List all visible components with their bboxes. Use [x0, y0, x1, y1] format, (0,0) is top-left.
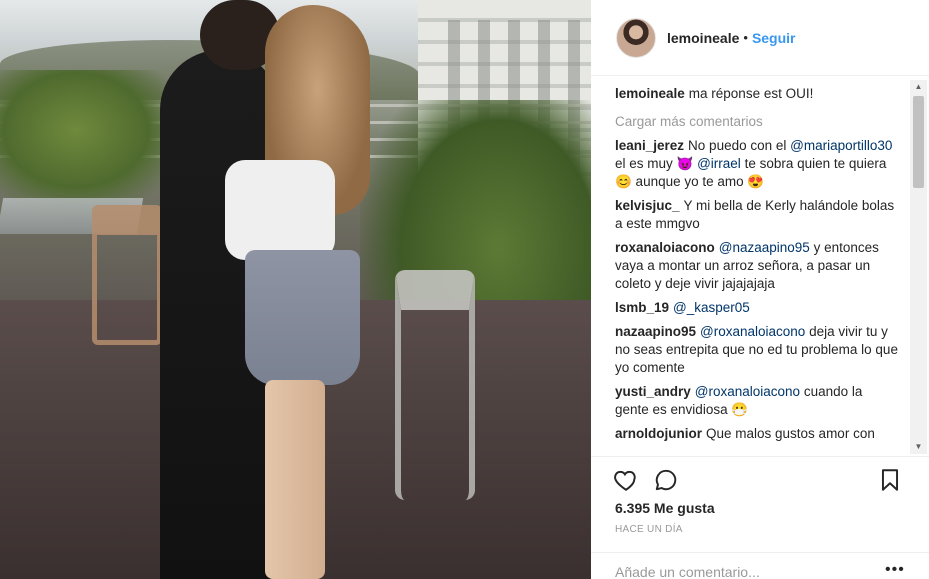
comment-username[interactable]: yusti_andry: [615, 384, 691, 399]
comment-input[interactable]: [615, 563, 875, 579]
post-actions: [591, 456, 929, 498]
heart-icon[interactable]: [613, 467, 639, 493]
avatar[interactable]: [616, 17, 656, 58]
comment-item: lsmb_19 @_kasper05: [615, 299, 899, 317]
photo-woman-top: [225, 160, 335, 260]
photo-woman-skirt: [245, 250, 360, 385]
comment-username[interactable]: kelvisjuc_: [615, 198, 680, 213]
comment-item: leani_jerez No puedo con el @mariaportill…: [615, 137, 899, 191]
caption-text: ma réponse est OUI!: [688, 86, 814, 101]
comment-mention-link[interactable]: @roxanaloiacono: [695, 384, 800, 399]
comment-item: arnoldojunior Que malos gustos amor con: [615, 425, 899, 443]
comment-item: kelvisjuc_ Y mi bella de Kerly halándole …: [615, 197, 899, 233]
comment-mention-link[interactable]: @irrael: [697, 156, 741, 171]
add-comment-bar: •••: [591, 552, 929, 579]
caption: lemoineale ma réponse est OUI!: [615, 85, 899, 103]
comment-username[interactable]: nazaapino95: [615, 324, 696, 339]
comment-icon[interactable]: [653, 467, 679, 493]
comment-mention-link[interactable]: @roxanaloiacono: [700, 324, 805, 339]
scroll-thumb[interactable]: [913, 96, 924, 188]
photo-chair-right: [395, 270, 475, 500]
comment-item: yusti_andry @roxanaloiacono cuando la gen…: [615, 383, 899, 419]
bookmark-icon[interactable]: [877, 467, 903, 493]
post-timestamp[interactable]: HACE UN DÍA: [615, 524, 683, 535]
post-sidebar: lemoineale • Seguir lemoineale ma réponse…: [591, 0, 929, 579]
comment-username[interactable]: roxanaloiacono: [615, 240, 715, 255]
comments-scrollbar[interactable]: ▲ ▼: [910, 80, 927, 454]
comment-username[interactable]: arnoldojunior: [615, 426, 702, 441]
caption-username[interactable]: lemoineale: [615, 86, 685, 101]
post-header: lemoineale • Seguir: [591, 0, 929, 76]
comment-mention-link[interactable]: @mariaportillo30: [790, 138, 892, 153]
header-username[interactable]: lemoineale: [667, 30, 739, 46]
comment-mention-link[interactable]: @_kasper05: [673, 300, 750, 315]
load-more-comments-button[interactable]: Cargar más comentarios: [615, 113, 899, 131]
more-options-icon[interactable]: •••: [885, 561, 905, 579]
post-photo[interactable]: [0, 0, 591, 579]
photo-woman-legs: [265, 380, 325, 579]
comment-item: nazaapino95 @roxanaloiacono deja vivir tu…: [615, 323, 899, 377]
comment-username[interactable]: leani_jerez: [615, 138, 684, 153]
comment-item: roxanaloiacono @nazaapino95 y entonces va…: [615, 239, 899, 293]
comment-text: Que malos gustos amor con: [706, 426, 875, 441]
comment-text: el es muy 😈: [615, 156, 698, 171]
scroll-down-arrow-icon[interactable]: ▼: [910, 440, 927, 454]
follow-button[interactable]: Seguir: [752, 30, 796, 46]
scroll-up-arrow-icon[interactable]: ▲: [910, 80, 927, 94]
comment-text: No puedo con el: [688, 138, 791, 153]
likes-count[interactable]: 6.395 Me gusta: [615, 500, 715, 516]
photo-chair-left: [92, 205, 162, 345]
separator-dot: •: [743, 30, 748, 45]
instagram-post-modal: lemoineale • Seguir lemoineale ma réponse…: [0, 0, 929, 579]
comments-list: lemoineale ma réponse est OUI! Cargar más…: [615, 85, 899, 455]
comment-username[interactable]: lsmb_19: [615, 300, 669, 315]
comment-items: leani_jerez No puedo con el @mariaportill…: [615, 137, 899, 443]
comment-mention-link[interactable]: @nazaapino95: [719, 240, 810, 255]
